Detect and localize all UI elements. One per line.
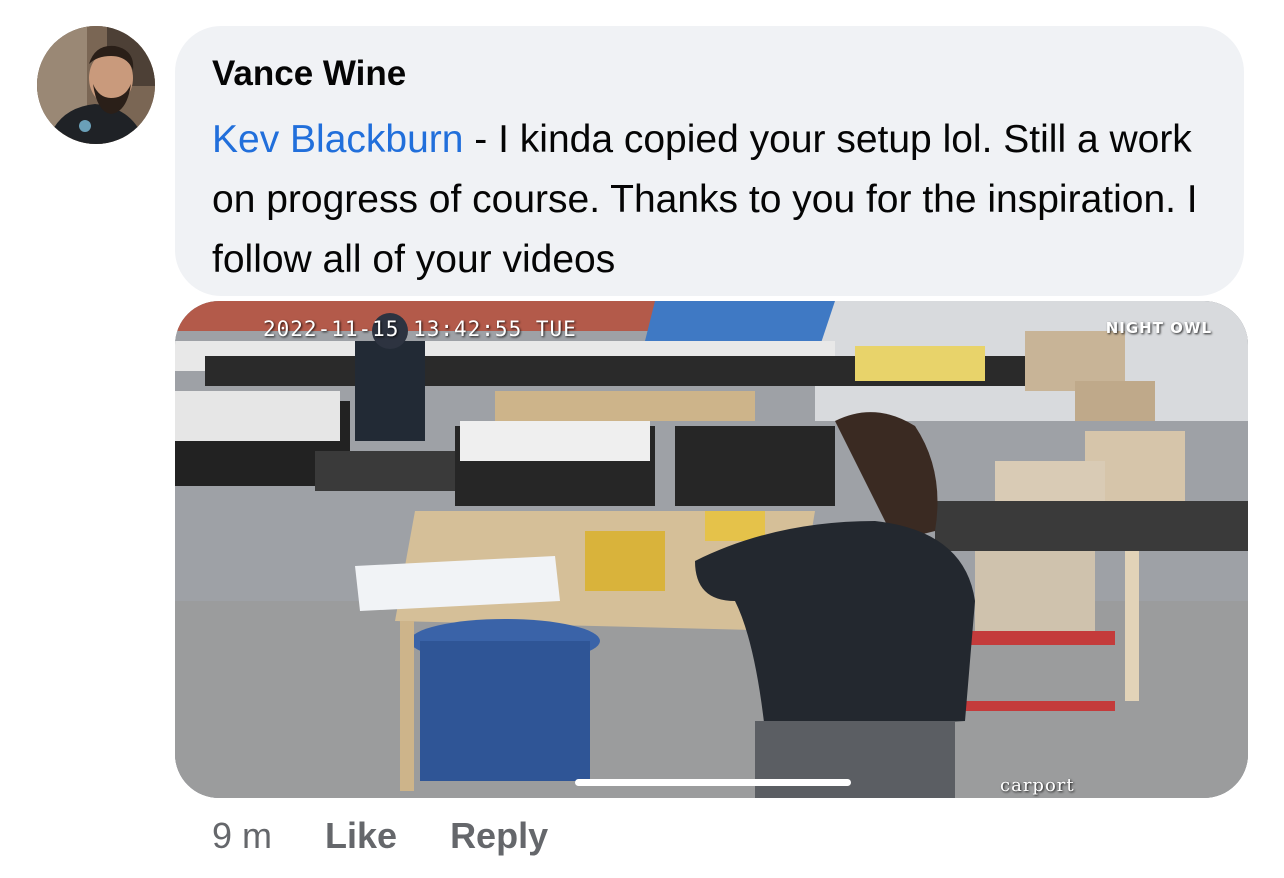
warehouse-camera-image [175, 301, 1248, 798]
mention-link[interactable]: Kev Blackburn [212, 118, 463, 161]
comment-item: Vance Wine Kev Blackburn - I kinda copie… [0, 0, 1284, 878]
home-indicator [575, 779, 851, 786]
like-button[interactable]: Like [325, 815, 397, 857]
comment-bubble: Vance Wine Kev Blackburn - I kinda copie… [175, 26, 1244, 296]
attached-photo[interactable]: 2022-11-15 13:42:55 TUE NIGHT OWL carpor… [175, 301, 1248, 798]
camera-label: carport [1000, 775, 1075, 796]
camera-timestamp: 2022-11-15 13:42:55 TUE [263, 317, 577, 341]
avatar-photo [37, 26, 155, 144]
camera-brand: NIGHT OWL [1105, 319, 1212, 337]
reply-button[interactable]: Reply [450, 815, 548, 857]
comment-actions: 9 m Like Reply [212, 812, 548, 860]
comment-text: Kev Blackburn - I kinda copied your setu… [212, 110, 1214, 290]
avatar[interactable] [37, 26, 155, 144]
comment-author[interactable]: Vance Wine [212, 54, 1214, 94]
comment-timestamp[interactable]: 9 m [212, 815, 272, 857]
